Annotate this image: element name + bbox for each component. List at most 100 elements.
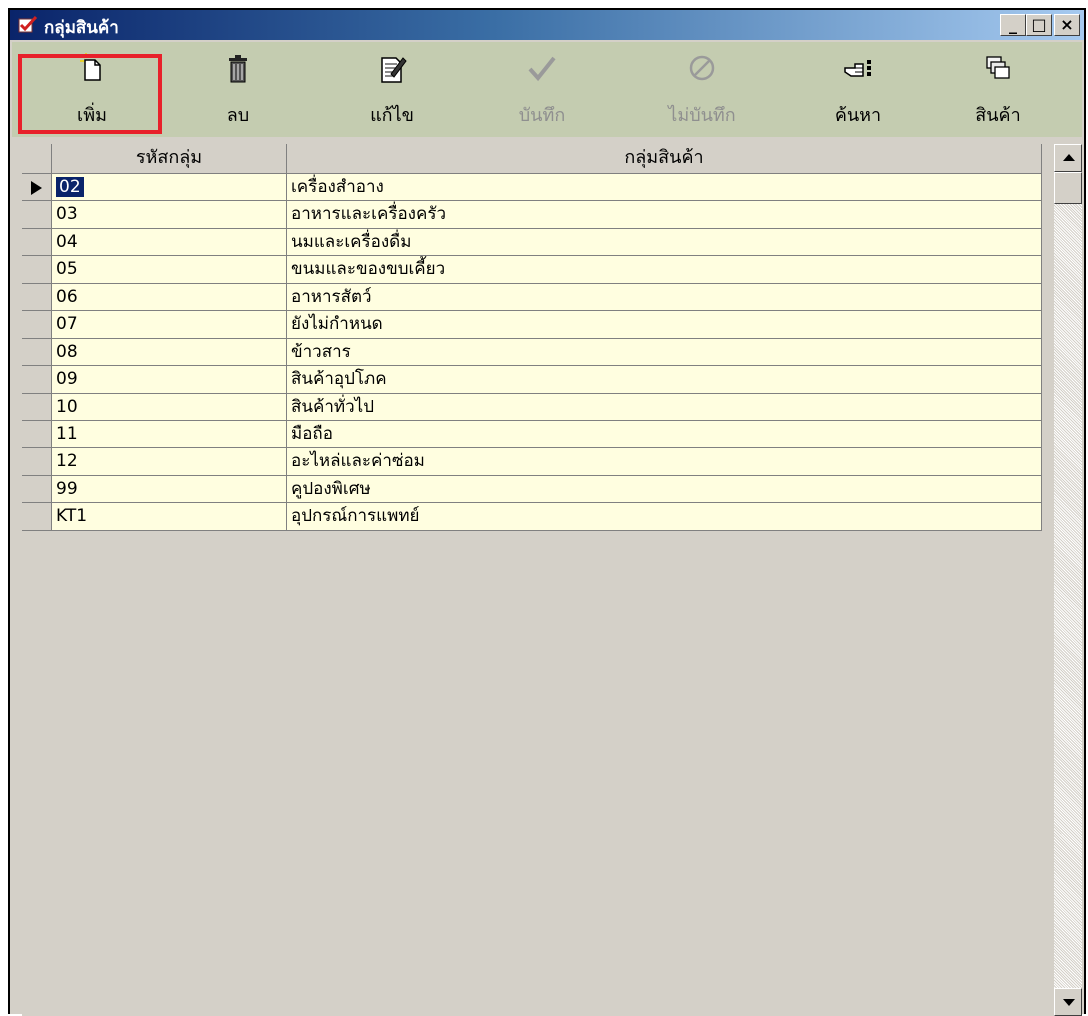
search-button[interactable]: ค้นหา [798, 42, 918, 137]
cell-group-name[interactable]: ยังไม่กำหนด [287, 311, 1042, 339]
products-button[interactable]: สินค้า [938, 42, 1058, 137]
checkmark-icon [528, 56, 556, 82]
row-indicator[interactable] [22, 448, 52, 476]
edit-button[interactable]: แก้ไข [332, 42, 452, 137]
row-indicator[interactable] [22, 228, 52, 257]
table-row[interactable]: 03 อาหารและเครื่องครัว [22, 201, 1054, 229]
cell-group-name-text: คูปองพิเศษ [291, 478, 371, 499]
cell-group-name[interactable]: ขนมและของขบเคี้ยว [287, 256, 1042, 284]
product-group-grid: รหัสกลุ่ม กลุ่มสินค้า 02 เครื่องสำอาง 03 อา… [22, 144, 1054, 1016]
cell-group-code[interactable]: 03 [52, 201, 287, 229]
products-label: สินค้า [975, 105, 1021, 126]
vertical-scrollbar[interactable] [1054, 144, 1082, 1016]
cell-group-code[interactable]: 02 [52, 174, 287, 202]
row-indicator[interactable] [22, 283, 52, 312]
cell-group-code-text: KT1 [56, 506, 88, 527]
cell-group-name[interactable]: อาหารและเครื่องครัว [287, 201, 1042, 229]
cell-group-name[interactable]: อุปกรณ์การแพทย์ [287, 503, 1042, 531]
row-indicator[interactable] [22, 174, 52, 202]
row-indicator[interactable] [22, 420, 52, 449]
table-row[interactable]: 04 นมและเครื่องดื่ม [22, 228, 1054, 257]
close-icon: × [1060, 15, 1074, 34]
app-check-icon [18, 16, 38, 33]
table-row[interactable]: 08 ข้าวสาร [22, 338, 1054, 367]
cell-group-name[interactable]: สินค้าทั่วไป [287, 393, 1042, 421]
scroll-thumb[interactable] [1054, 172, 1082, 204]
cell-group-name-text: ยังไม่กำหนด [291, 314, 383, 335]
cell-group-name-text: อะไหล่และค่าซ่อม [291, 451, 425, 472]
cell-group-name[interactable]: คูปองพิเศษ [287, 475, 1042, 504]
row-indicator[interactable] [22, 475, 52, 504]
cell-group-code[interactable]: 09 [52, 366, 287, 394]
product-group-window: กลุ่มสินค้า _ □ × เพิ่ม ลบ แก้ไข บันทึก … [8, 8, 1086, 1016]
cell-group-name[interactable]: เครื่องสำอาง [287, 174, 1042, 202]
window-title: กลุ่มสินค้า [44, 18, 119, 38]
table-row[interactable]: 02 เครื่องสำอาง [22, 174, 1054, 202]
save-button[interactable]: บันทึก [482, 42, 602, 137]
cell-group-code[interactable]: 04 [52, 228, 287, 257]
cell-group-name-text: อาหารและเครื่องครัว [291, 204, 447, 225]
cell-group-code[interactable]: 11 [52, 420, 287, 449]
scroll-up-button[interactable] [1054, 144, 1082, 172]
table-row[interactable]: 10 สินค้าทั่วไป [22, 393, 1054, 421]
column-header-group-code[interactable]: รหัสกลุ่ม [52, 144, 287, 174]
row-indicator[interactable] [22, 393, 52, 421]
grid-rows: 02 เครื่องสำอาง 03 อาหารและเครื่องครัว 04 นมแ… [22, 174, 1054, 531]
cell-group-code[interactable]: 12 [52, 448, 287, 476]
cell-group-code-text: 07 [56, 314, 78, 335]
cell-group-code-text: 11 [56, 423, 78, 444]
cell-group-code-text: 02 [56, 177, 84, 197]
table-row[interactable]: 07 ยังไม่กำหนด [22, 311, 1054, 339]
minimize-button[interactable]: _ [1000, 14, 1026, 36]
row-indicator[interactable] [22, 256, 52, 284]
cell-group-name[interactable]: อะไหล่และค่าซ่อม [287, 448, 1042, 476]
save-label: บันทึก [518, 105, 566, 126]
table-row[interactable]: 06 อาหารสัตว์ [22, 283, 1054, 312]
minimize-icon: _ [1009, 15, 1017, 34]
table-row[interactable]: 05 ขนมและของขบเคี้ยว [22, 256, 1054, 284]
cell-group-name[interactable]: สินค้าอุปโภค [287, 366, 1042, 394]
cell-group-code[interactable]: 08 [52, 338, 287, 367]
row-indicator[interactable] [22, 366, 52, 394]
cell-group-code[interactable]: 99 [52, 475, 287, 504]
row-indicator-header [22, 144, 52, 174]
scroll-down-button[interactable] [1054, 988, 1082, 1016]
table-row[interactable]: 12 อะไหล่และค่าซ่อม [22, 448, 1054, 476]
cancel-button[interactable]: ไม่บันทึก [642, 42, 762, 137]
cell-group-code-text: 05 [56, 259, 78, 280]
maximize-button[interactable]: □ [1026, 14, 1052, 36]
cell-group-code-text: 99 [56, 478, 78, 499]
maximize-icon: □ [1031, 15, 1047, 34]
row-indicator[interactable] [22, 201, 52, 229]
cell-group-code[interactable]: KT1 [52, 503, 287, 531]
cell-group-name[interactable]: นมและเครื่องดื่ม [287, 228, 1042, 257]
cell-group-name[interactable]: ข้าวสาร [287, 338, 1042, 367]
cell-group-name-text: อาหารสัตว์ [291, 286, 372, 307]
trash-icon [229, 55, 247, 83]
row-indicator[interactable] [22, 503, 52, 531]
cell-group-name-text: ขนมและของขบเคี้ยว [291, 259, 446, 280]
cell-group-name-text: นมและเครื่องดื่ม [291, 231, 412, 252]
table-row[interactable]: KT1 อุปกรณ์การแพทย์ [22, 503, 1054, 531]
column-header-group-name[interactable]: กลุ่มสินค้า [287, 144, 1042, 174]
cell-group-name[interactable]: มือถือ [287, 420, 1042, 449]
cell-group-code-text: 06 [56, 286, 78, 307]
cell-group-code-text: 09 [56, 369, 78, 390]
close-button[interactable]: × [1054, 14, 1080, 36]
delete-button[interactable]: ลบ [178, 42, 298, 137]
cell-group-name[interactable]: อาหารสัตว์ [287, 283, 1042, 312]
cell-group-name-text: สินค้าทั่วไป [291, 396, 375, 417]
cell-group-code[interactable]: 10 [52, 393, 287, 421]
cell-group-code[interactable]: 05 [52, 256, 287, 284]
table-row[interactable]: 09 สินค้าอุปโภค [22, 366, 1054, 394]
cell-group-code[interactable]: 06 [52, 283, 287, 312]
cell-group-name-text: ข้าวสาร [291, 341, 351, 362]
row-indicator[interactable] [22, 338, 52, 367]
title-bar: กลุ่มสินค้า _ □ × [10, 10, 1084, 40]
cell-group-code-text: 03 [56, 204, 78, 225]
table-row[interactable]: 11 มือถือ [22, 420, 1054, 449]
cell-group-code[interactable]: 07 [52, 311, 287, 339]
row-indicator[interactable] [22, 311, 52, 339]
table-row[interactable]: 99 คูปองพิเศษ [22, 475, 1054, 504]
edit-label: แก้ไข [370, 105, 414, 126]
